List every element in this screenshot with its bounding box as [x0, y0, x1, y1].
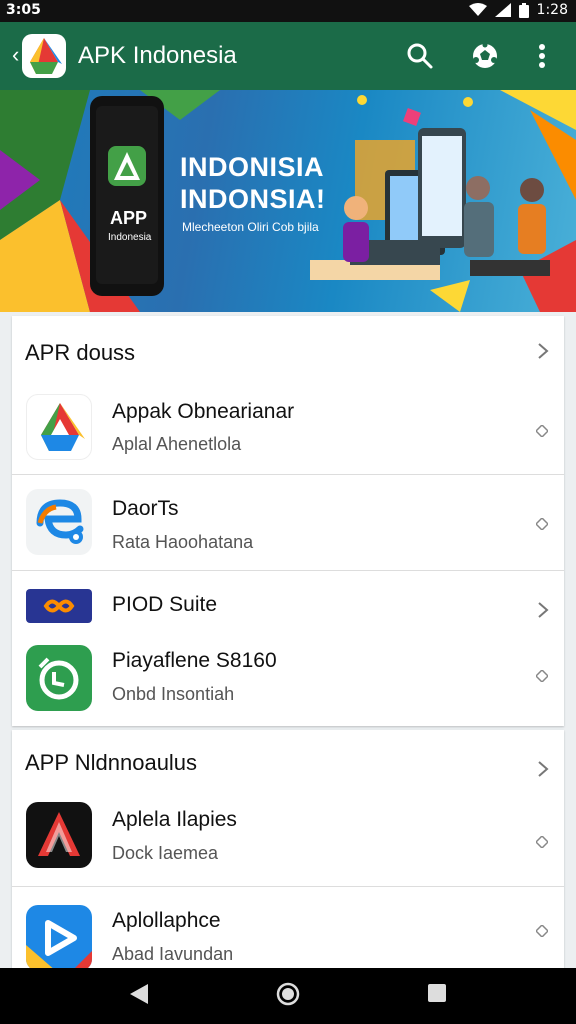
play-arrow-icon — [26, 905, 92, 971]
list-item[interactable]: PIOD Suite — [12, 571, 564, 631]
list-item[interactable]: Aplela Ilapies Dock Iaemea — [12, 798, 564, 886]
diamond-icon — [536, 518, 548, 530]
soccer-ball-icon[interactable] — [471, 42, 499, 70]
home-circle-icon[interactable] — [276, 982, 300, 1006]
chevron-right-icon[interactable] — [536, 601, 550, 619]
app-name: PIOD Suite — [112, 593, 218, 616]
app-developer: Aplal Ahenetlola — [112, 434, 242, 454]
signal-icon — [494, 3, 511, 17]
app-logo — [22, 34, 66, 78]
list-item[interactable]: DaorTs Rata Haoohatana — [12, 475, 564, 570]
diamond-icon — [536, 670, 548, 682]
status-time-right: 1:28 — [536, 2, 568, 18]
section-card-2: APP Nldnnoaulus Aplela Ilapies Dock Iaem… — [12, 730, 564, 971]
app-developer: Onbd Insontiah — [112, 684, 235, 704]
banner-headline-2: INDONSIA! — [180, 184, 326, 214]
wifi-icon — [468, 3, 487, 16]
app-developer: Abad Iavundan — [112, 944, 234, 964]
more-vert-icon[interactable] — [528, 42, 556, 70]
list-item[interactable]: Piayaflene S8160 Onbd Insontiah — [12, 631, 564, 721]
app-name: DaorTs — [112, 497, 179, 520]
app-bar: ‹ APK Indonesia — [0, 22, 576, 90]
diamond-icon — [536, 836, 548, 848]
diamond-icon — [536, 925, 548, 937]
list-item[interactable]: Appak Obnearianar Aplal Ahenetlola — [12, 386, 564, 474]
section-header[interactable]: APP Nldnnoaulus — [12, 730, 564, 800]
recents-square-icon[interactable] — [426, 982, 448, 1004]
app-name: Aplollaphce — [112, 909, 221, 932]
diamond-icon — [536, 425, 548, 437]
status-time-left: 3:05 — [6, 2, 41, 18]
app-name: Aplela Ilapies — [112, 808, 237, 831]
chevron-right-icon[interactable] — [536, 760, 550, 778]
chevron-right-icon[interactable] — [536, 342, 550, 360]
system-nav-bar — [0, 968, 576, 1024]
section-header[interactable]: APR douss — [12, 316, 564, 386]
phone-sublabel: Indonesia — [108, 232, 152, 243]
app-name: Appak Obnearianar — [112, 400, 295, 423]
section-card-1: APR douss Appak Obnearianar Aplal Ahenet… — [12, 316, 564, 726]
promo-banner[interactable]: APP Indonesia INDONISIA INDONSIA! Mleche… — [0, 90, 576, 312]
infinity-icon — [26, 589, 92, 623]
app-developer: Dock Iaemea — [112, 843, 219, 863]
battery-icon — [518, 2, 529, 18]
app-developer: Rata Haoohatana — [112, 532, 254, 552]
banner-subtitle: Mlecheeton Oliri Cob bjila — [182, 220, 319, 234]
app-title: APK Indonesia — [78, 42, 237, 69]
back-triangle-icon[interactable] — [128, 982, 150, 1006]
banner-headline-1: INDONISIA — [180, 152, 325, 182]
triangle-a-icon — [26, 802, 92, 868]
app-name: Piayaflene S8160 — [112, 649, 277, 672]
section-title: APR douss — [25, 340, 136, 365]
back-arrow-icon[interactable]: ‹ — [12, 44, 19, 66]
phone-label: APP — [110, 208, 148, 228]
edge-e-icon — [26, 489, 92, 555]
search-icon[interactable] — [406, 42, 434, 70]
status-bar: 3:05 1:28 — [0, 0, 576, 22]
list-item[interactable]: Aplollaphce Abad Iavundan — [12, 887, 564, 971]
timer-icon — [26, 645, 92, 711]
section-title: APP Nldnnoaulus — [25, 750, 198, 775]
drive-icon — [26, 394, 92, 460]
